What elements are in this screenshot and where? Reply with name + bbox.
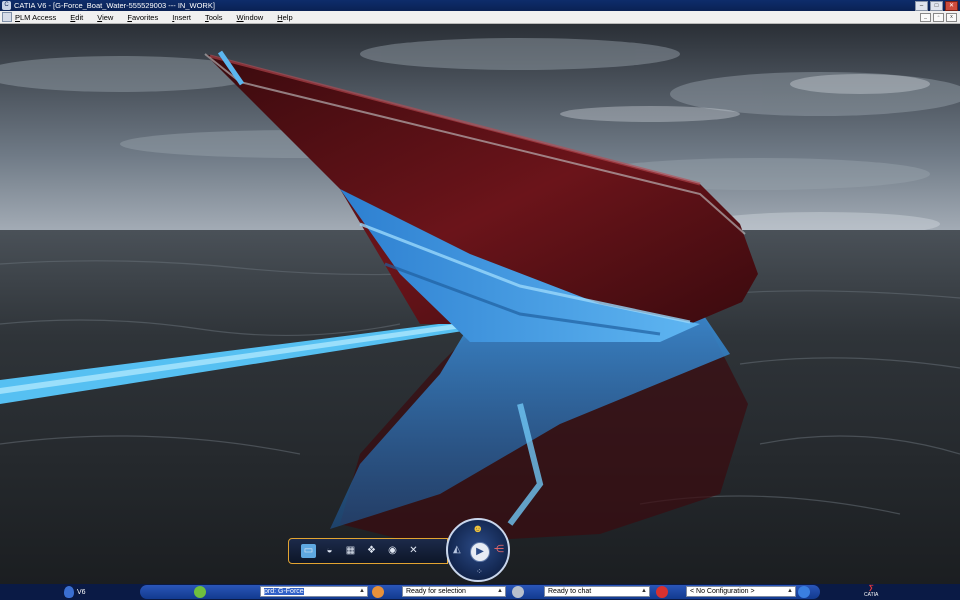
v6-label: V6 xyxy=(77,588,86,596)
3d-viewport[interactable] xyxy=(0,24,960,584)
tools-icon[interactable]: ✕ xyxy=(406,544,421,558)
menu-bar: PLM Access Edit View Favorites Insert To… xyxy=(0,11,960,24)
doc-minimize-button[interactable]: _ xyxy=(920,13,931,22)
chat-icon[interactable] xyxy=(512,586,524,598)
window-controls: – □ ✕ xyxy=(915,1,958,11)
v6-drop-icon xyxy=(64,586,74,598)
menu-plm-access[interactable]: PLM Access xyxy=(15,13,56,22)
compass-wheel[interactable]: ☻ ◭ ⋲ ⁘ ▶ xyxy=(446,518,510,582)
maximize-button[interactable]: □ xyxy=(930,1,943,11)
shading-icon[interactable]: ◒ xyxy=(322,544,337,558)
menu-insert[interactable]: Insert xyxy=(172,13,191,22)
menu-window[interactable]: Window xyxy=(237,13,264,22)
menu-view[interactable]: View xyxy=(97,13,113,22)
menu-tools[interactable]: Tools xyxy=(205,13,223,22)
action-bar: ▭ ◒ ▦ ❖ ◉ ✕ xyxy=(288,538,448,564)
play-icon[interactable]: ▶ xyxy=(470,542,490,562)
selection-status-field: Ready for selection ▲ xyxy=(402,586,506,597)
menu-favorites[interactable]: Favorites xyxy=(127,13,158,22)
settings-dots-icon[interactable]: ⁘ xyxy=(476,567,483,576)
tree-icon[interactable]: ⋲ xyxy=(494,544,504,555)
configuration-select[interactable]: < No Configuration > ▲ xyxy=(686,586,796,597)
render-icon[interactable]: ❖ xyxy=(364,544,379,558)
compass-icon[interactable]: ◭ xyxy=(453,544,461,555)
chevron-up-icon[interactable]: ▲ xyxy=(787,587,793,596)
document-window-controls: _ ▫ x xyxy=(920,13,957,22)
menu-edit[interactable]: Edit xyxy=(70,13,83,22)
chat-status-field: Ready to chat ▲ xyxy=(544,586,650,597)
menu-help[interactable]: Help xyxy=(277,13,292,22)
compass-status-icon[interactable] xyxy=(194,586,206,598)
camera-icon[interactable]: ◉ xyxy=(385,544,400,558)
status-bar: V6 prd: G-Force ▲ Ready for selection ▲ … xyxy=(0,584,960,600)
chevron-up-icon[interactable]: ▲ xyxy=(359,587,365,596)
multi-view-icon[interactable]: ▦ xyxy=(343,544,358,558)
globe-icon[interactable] xyxy=(798,586,810,598)
v6-logo[interactable]: V6 xyxy=(64,586,86,598)
chevron-up-icon[interactable]: ▲ xyxy=(641,587,647,596)
window-title: CATIA V6 - [G-Force_Boat_Water-555529003… xyxy=(14,1,215,10)
people-icon[interactable]: ☻ xyxy=(472,523,484,535)
boat-scene xyxy=(0,24,960,584)
minimize-button[interactable]: – xyxy=(915,1,928,11)
configuration-icon[interactable] xyxy=(656,586,668,598)
title-bar: C CATIA V6 - [G-Force_Boat_Water-5555290… xyxy=(0,0,960,11)
search-go-icon[interactable] xyxy=(372,586,384,598)
chevron-up-icon[interactable]: ▲ xyxy=(497,587,503,596)
sheet-icon[interactable]: ▭ xyxy=(301,544,316,558)
search-input[interactable]: prd: G-Force ▲ xyxy=(260,586,368,597)
catia-logo: ⵢ CATIA xyxy=(864,584,879,599)
doc-restore-button[interactable]: ▫ xyxy=(933,13,944,22)
doc-close-button[interactable]: x xyxy=(946,13,957,22)
catia-app-icon[interactable]: C xyxy=(2,1,11,10)
close-button[interactable]: ✕ xyxy=(945,1,958,11)
document-icon[interactable] xyxy=(2,12,12,22)
